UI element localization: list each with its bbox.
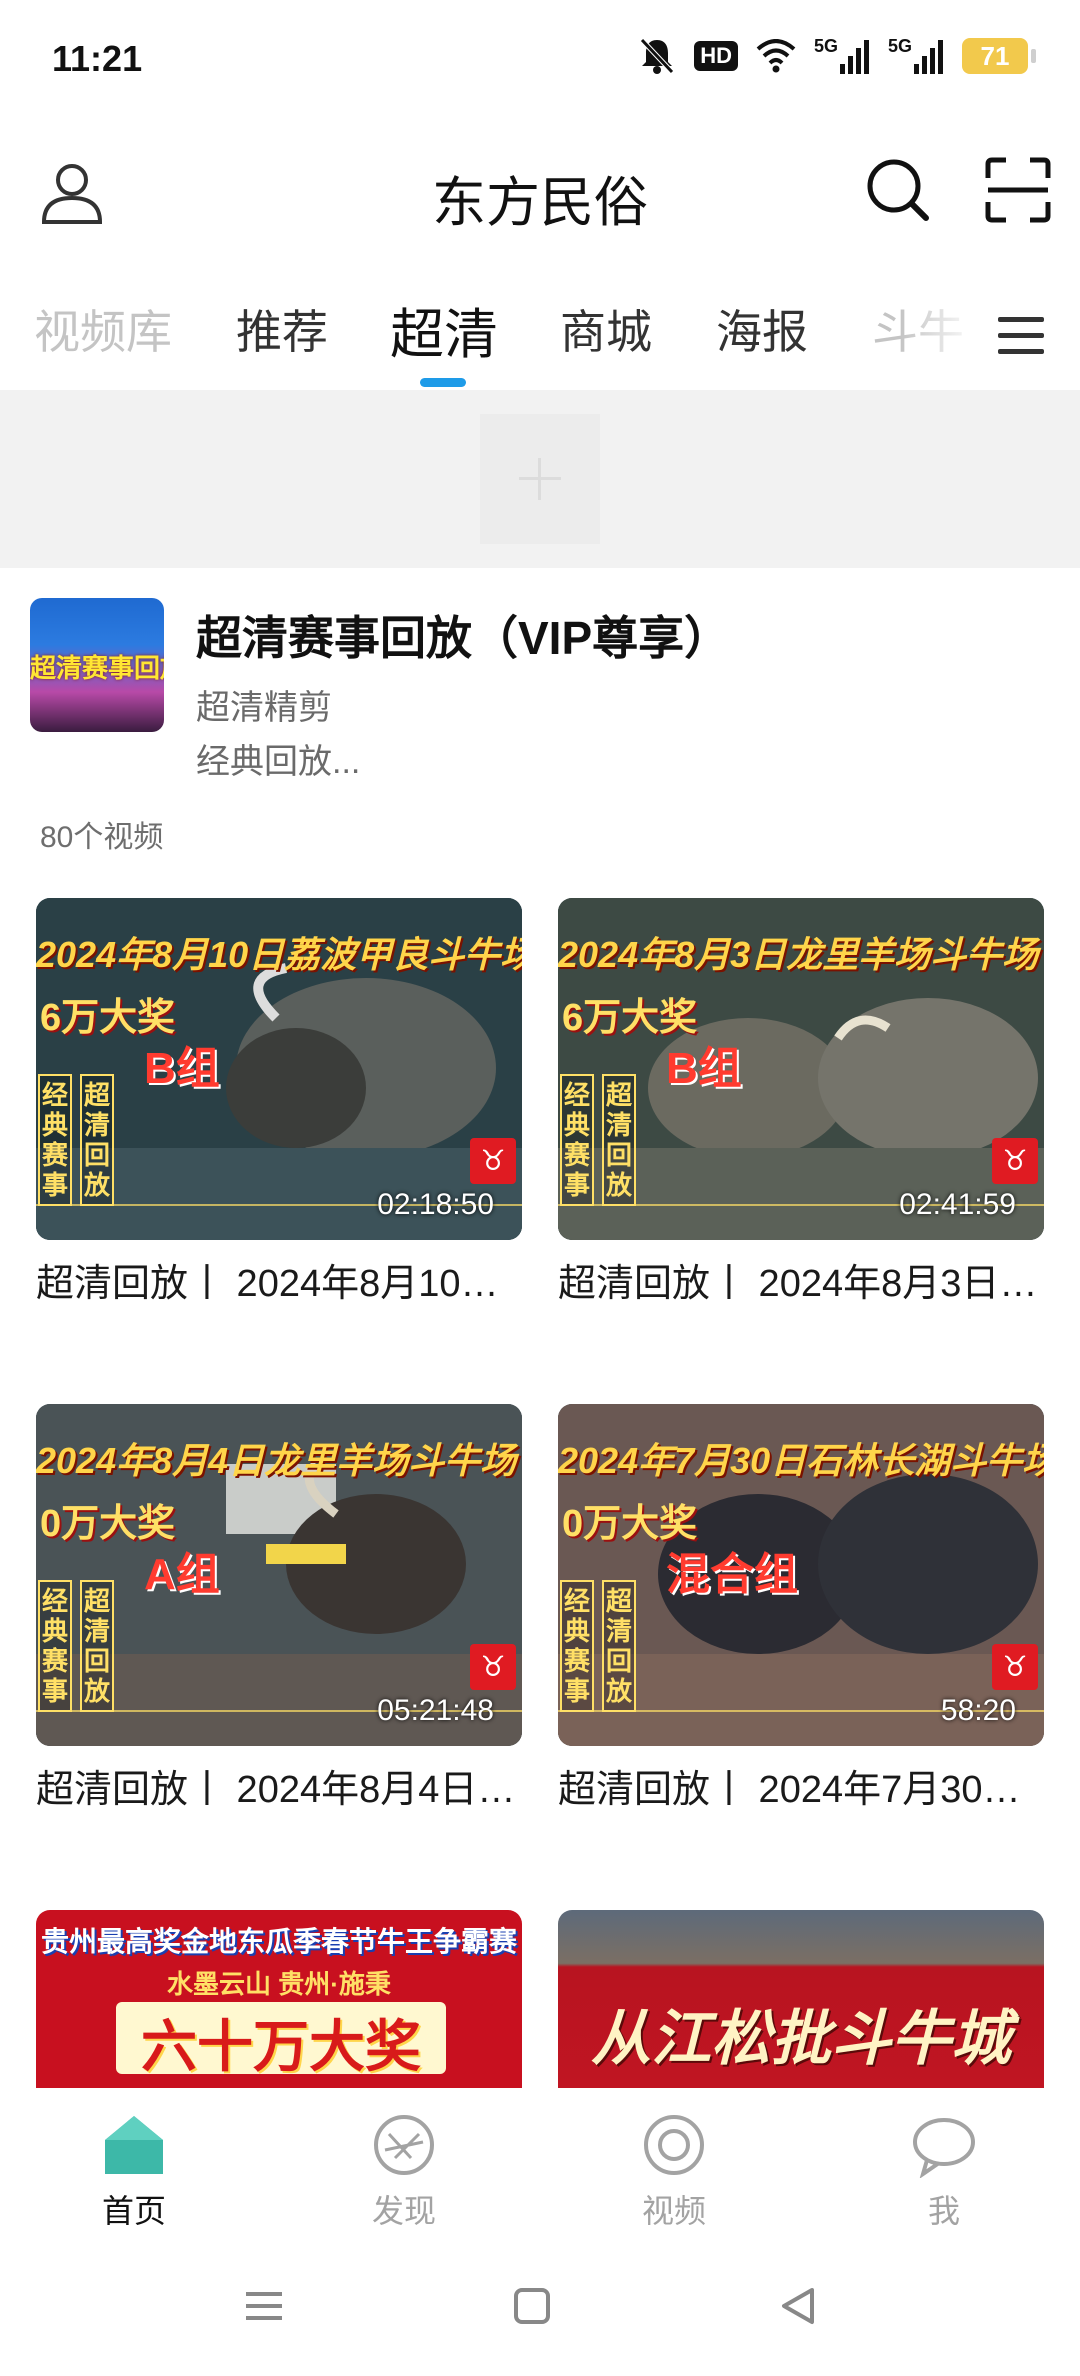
mute-bell-icon [638, 36, 676, 76]
chat-icon [911, 2112, 977, 2179]
thumbnail-tag-hd: 超清回放 [602, 1580, 636, 1712]
hd-label: HD [694, 41, 738, 71]
album-cover-text: 超清赛事回放 [30, 653, 164, 683]
video-thumbnail: 2024年8月4日龙里羊场斗牛场 牛王争霸赛 0万大奖 A组 经典赛事 超清回放… [36, 1404, 522, 1746]
bottom-navigation: 首页 发现 视频 我 [0, 2088, 1080, 2229]
video-thumbnail: 2024年8月3日龙里羊场斗牛场 牛王争霸赛 6万大奖 B组 经典赛事 超清回放… [558, 898, 1044, 1240]
battery-level: 71 [962, 38, 1036, 74]
promo-big-text: 从江松批斗牛城 [591, 2005, 1011, 2072]
banner-placeholder[interactable] [0, 390, 1080, 568]
promo-top-text: 贵州最高奖金地东瓜季春节牛王争霸赛 [40, 1926, 517, 1957]
signal-icon-2: 5G [888, 36, 944, 76]
tab-fade-overlay [900, 290, 980, 380]
bull-logo-icon [470, 1644, 516, 1690]
video-duration: 02:41:59 [899, 1188, 1016, 1221]
home-icon [101, 2112, 167, 2178]
tab-mall[interactable]: 商城 [560, 296, 652, 362]
video-title: 超清回放丨 2024年8月10日荔波甲良本地水牛1800斤... [36, 1263, 522, 1305]
album-description-line2: 经典回放... [196, 743, 361, 781]
nav-discover[interactable]: 发现 [334, 2112, 474, 2232]
system-navigation-bar [0, 2228, 1080, 2376]
thumbnail-tag-classic: 经典赛事 [38, 1074, 72, 1206]
thumbnail-headline: 2024年8月4日龙里羊场斗牛场 牛王争霸赛 [36, 1440, 522, 1481]
nav-me[interactable]: 我 [874, 2112, 1014, 2232]
nav-video-label: 视频 [641, 2193, 706, 2229]
tab-video-library[interactable]: 视频库 [34, 296, 172, 362]
hd-icon: HD [694, 36, 738, 76]
tab-poster[interactable]: 海报 [716, 296, 808, 362]
promo-card[interactable]: 从江松批斗牛城 [558, 1910, 1044, 2088]
tab-recommend[interactable]: 推荐 [236, 296, 328, 362]
app-bar: 东方民俗 [0, 130, 1080, 260]
discover-icon [371, 2112, 437, 2178]
video-duration: 05:21:48 [377, 1694, 494, 1727]
thumbnail-group: A组 [144, 1550, 220, 1599]
back-icon[interactable] [776, 2284, 820, 2328]
thumbnail-tag-classic: 经典赛事 [38, 1580, 72, 1712]
video-duration: 58:20 [940, 1694, 1016, 1727]
video-card[interactable]: 2024年8月4日龙里羊场斗牛场 牛王争霸赛 0万大奖 A组 经典赛事 超清回放… [36, 1404, 522, 1816]
signal-label-2: 5G [887, 36, 912, 56]
status-bar: 11:21 HD 5G 5G 71 [0, 0, 1080, 120]
nav-home[interactable]: 首页 [64, 2112, 204, 2232]
tab-active-indicator [420, 378, 466, 387]
tabs-menu-icon[interactable] [990, 304, 1052, 366]
search-icon[interactable] [862, 154, 934, 226]
promo-big-text: 六十万大奖 [141, 2015, 421, 2078]
nav-discover-label: 发现 [371, 2193, 436, 2229]
video-thumbnail: 2024年7月30日石林长湖斗牛场 牛王争霸赛 0万大奖 混合组 经典赛事 超清… [558, 1404, 1044, 1746]
category-tabs: 视频库 推荐 超清 商城 海报 斗牛 [0, 290, 1080, 390]
video-count: 80个视频 [40, 821, 164, 854]
bull-logo-icon [992, 1644, 1038, 1690]
nav-me-label: 我 [927, 2193, 960, 2229]
signal-icon-1: 5G [814, 36, 870, 76]
thumbnail-tag-classic: 经典赛事 [560, 1580, 594, 1712]
promo-card[interactable]: 贵州最高奖金地东瓜季春节牛王争霸赛 水墨云山 贵州·施秉 六十万大奖 [36, 1910, 522, 2088]
nav-home-label: 首页 [101, 2193, 166, 2229]
thumbnail-headline: 2024年8月3日龙里羊场斗牛场 牛王争霸赛 [558, 934, 1044, 975]
album-cover: 超清赛事回放 [30, 598, 164, 732]
video-thumbnail: 2024年8月10日荔波甲良斗牛场 牛王争霸赛 6万大奖 B组 经典赛事 超清回… [36, 898, 522, 1240]
video-title: 超清回放丨 2024年7月30日石林长湖水牛混合组二十... [558, 1769, 1044, 1811]
signal-label-1: 5G [813, 36, 838, 56]
album-header[interactable]: 超清赛事回放 超清赛事回放（VIP尊享） 超清精剪 经典回放... [0, 568, 1080, 838]
thumbnail-group: 混合组 [666, 1550, 798, 1599]
battery-icon: 71 [962, 36, 1036, 76]
thumbnail-tag-hd: 超清回放 [602, 1074, 636, 1206]
bull-logo-icon [470, 1138, 516, 1184]
bull-logo-icon [992, 1138, 1038, 1184]
thumbnail-tag-classic: 经典赛事 [560, 1074, 594, 1206]
status-time: 11:21 [52, 38, 143, 79]
home-button-icon[interactable] [510, 2284, 554, 2328]
album-title: 超清赛事回放（VIP尊享） [196, 612, 731, 664]
video-card[interactable]: 2024年8月3日龙里羊场斗牛场 牛王争霸赛 6万大奖 B组 经典赛事 超清回放… [558, 898, 1044, 1310]
thumbnail-headline: 2024年8月10日荔波甲良斗牛场 牛王争霸赛 [36, 934, 522, 975]
video-title: 超清回放丨 2024年8月4日龙里羊场本地1800斤以下... [36, 1769, 522, 1811]
nav-video[interactable]: 视频 [604, 2112, 744, 2232]
promo-mid-text: 水墨云山 贵州·施秉 [167, 1969, 391, 1999]
video-duration: 02:18:50 [377, 1188, 494, 1221]
thumbnail-group: B组 [144, 1044, 220, 1093]
image-placeholder-icon [480, 414, 600, 544]
video-card[interactable]: 2024年7月30日石林长湖斗牛场 牛王争霸赛 0万大奖 混合组 经典赛事 超清… [558, 1404, 1044, 1816]
status-icons: HD 5G 5G 71 [638, 36, 1036, 76]
recents-icon[interactable] [242, 2284, 286, 2328]
wifi-icon [756, 36, 796, 76]
thumbnail-group: B组 [666, 1044, 742, 1093]
thumbnail-tag-hd: 超清回放 [80, 1580, 114, 1712]
video-card[interactable]: 2024年8月10日荔波甲良斗牛场 牛王争霸赛 6万大奖 B组 经典赛事 超清回… [36, 898, 522, 1310]
thumbnail-headline: 2024年7月30日石林长湖斗牛场 牛王争霸赛 [558, 1440, 1044, 1481]
album-description-line1: 超清精剪 [196, 689, 332, 727]
video-title: 超清回放丨 2024年8月3日龙里羊场本地1650斤以下... [558, 1263, 1044, 1305]
video-icon [641, 2112, 707, 2178]
thumbnail-tag-hd: 超清回放 [80, 1074, 114, 1206]
scan-icon[interactable] [982, 154, 1054, 226]
tab-ultra-hd[interactable]: 超清 [390, 290, 498, 369]
